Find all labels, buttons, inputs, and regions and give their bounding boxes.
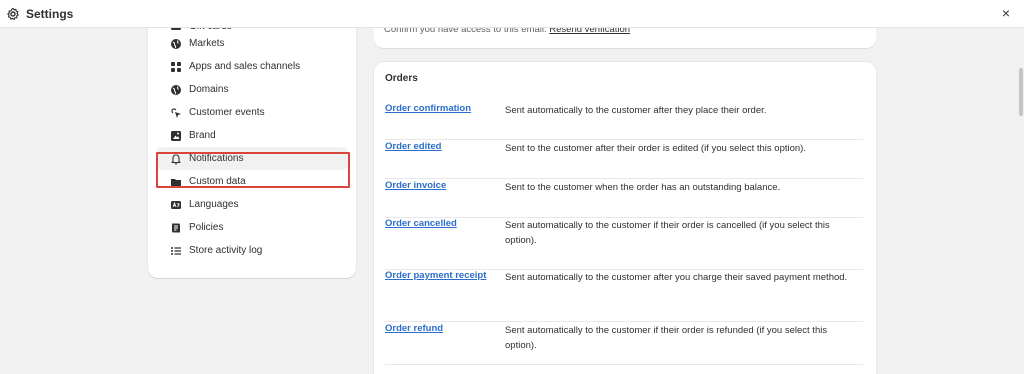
sidebar-item-apps-and-sales-channels[interactable]: Apps and sales channels (156, 55, 348, 78)
sidebar-item-label: Brand (189, 130, 216, 141)
settings-sidebar: Gift cards Markets Apps and sales channe… (148, 14, 356, 278)
sparkle-icon (170, 107, 182, 119)
gear-icon (6, 7, 20, 21)
settings-header: Settings × (0, 0, 1024, 28)
folder-icon (170, 176, 182, 188)
order-row-payment-receipt: Order payment receipt Sent automatically… (385, 270, 863, 322)
sidebar-item-store-activity-log[interactable]: Store activity log (156, 239, 348, 262)
page-title: Settings (26, 6, 74, 21)
order-description: Sent automatically to the customer after… (505, 105, 767, 116)
sidebar-item-policies[interactable]: Policies (156, 216, 348, 239)
sidebar-item-label: Apps and sales channels (189, 61, 301, 72)
orders-heading: Orders (385, 73, 418, 84)
order-row-invoice: Order invoice Sent to the customer when … (385, 180, 863, 218)
sidebar-item-label: Customer events (189, 107, 265, 118)
globe-icon (170, 84, 182, 96)
sidebar-item-custom-data[interactable]: Custom data (156, 170, 348, 193)
sidebar-item-label: Domains (189, 84, 229, 95)
scrollbar-thumb[interactable] (1019, 68, 1023, 116)
close-icon[interactable]: × (1002, 6, 1010, 20)
order-row-cancelled: Order cancelled Sent automatically to th… (385, 218, 863, 270)
sidebar-item-customer-events[interactable]: Customer events (156, 101, 348, 124)
sidebar-item-label: Store activity log (189, 245, 263, 256)
list-icon (170, 245, 182, 257)
order-refund-link[interactable]: Order refund (385, 323, 443, 334)
sidebar-item-label: Notifications (189, 153, 244, 164)
brand-icon (170, 130, 182, 142)
orders-card: Orders Order confirmation Sent automatic… (374, 62, 876, 374)
order-description: Sent automatically to the customer if th… (505, 220, 830, 246)
order-payment-receipt-link[interactable]: Order payment receipt (385, 270, 486, 281)
order-description: Sent automatically to the customer after… (505, 272, 848, 283)
sidebar-item-label: Languages (189, 199, 239, 210)
policy-icon (170, 222, 182, 234)
order-edited-link[interactable]: Order edited (385, 141, 442, 152)
order-description: Sent to the customer after their order i… (505, 143, 806, 154)
sidebar-item-domains[interactable]: Domains (156, 78, 348, 101)
sidebar-item-markets[interactable]: Markets (156, 32, 348, 55)
sidebar-item-brand[interactable]: Brand (156, 124, 348, 147)
order-cancelled-link[interactable]: Order cancelled (385, 218, 457, 229)
sidebar-item-notifications[interactable]: Notifications (156, 147, 348, 170)
order-confirmation-link[interactable]: Order confirmation (385, 103, 471, 114)
order-row-confirmation: Order confirmation Sent automatically to… (385, 103, 863, 140)
sidebar-item-label: Markets (189, 38, 225, 49)
sidebar-item-languages[interactable]: Languages (156, 193, 348, 216)
page-scrollbar[interactable] (1018, 28, 1024, 374)
sidebar-item-label: Custom data (189, 176, 246, 187)
sidebar-item-label: Policies (189, 222, 224, 233)
globe-icon (170, 38, 182, 50)
apps-icon (170, 61, 182, 73)
language-icon (170, 199, 182, 211)
order-row-edited: Order edited Sent to the customer after … (385, 141, 863, 179)
order-row-refund: Order refund Sent automatically to the c… (385, 323, 863, 365)
order-description: Sent automatically to the customer if th… (505, 325, 828, 351)
order-description: Sent to the customer when the order has … (505, 182, 781, 193)
bell-icon (170, 153, 182, 165)
order-invoice-link[interactable]: Order invoice (385, 180, 446, 191)
